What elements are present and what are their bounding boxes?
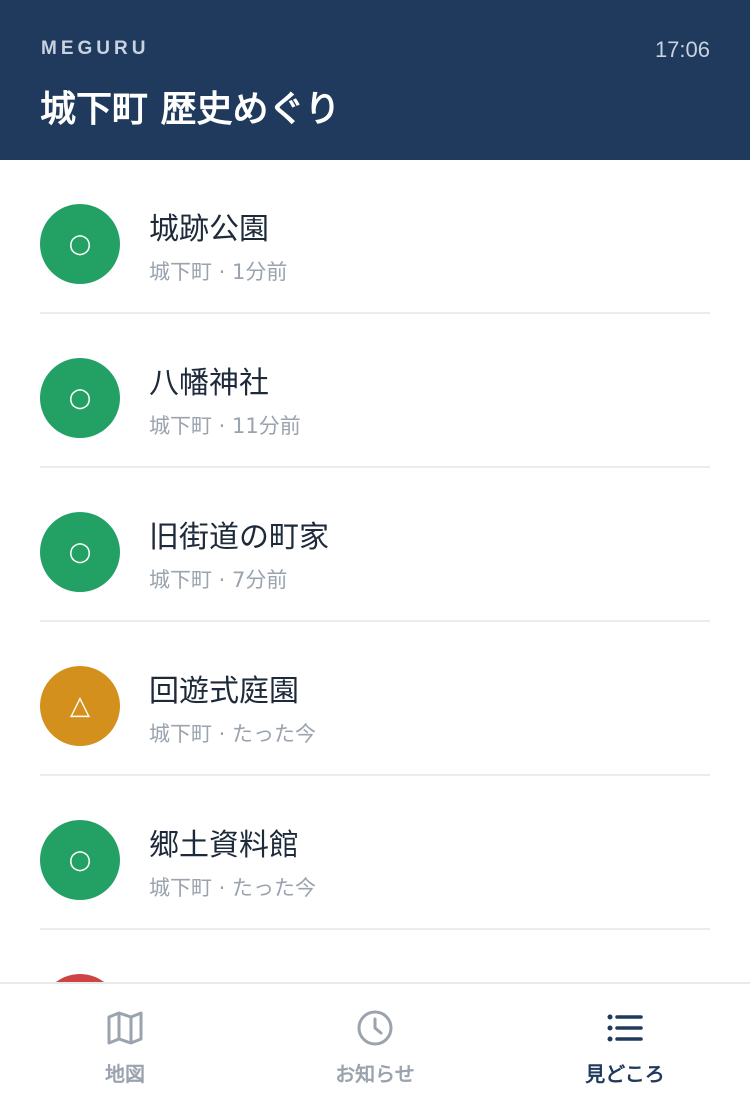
status-badge: ○ [40,820,120,900]
spot-area: 城下町 [149,260,212,284]
spot-updated-time: 7分前 [232,568,288,592]
page-title: 城下町 歴史めぐり [40,89,341,130]
status-badge: ○ [40,204,120,284]
tab-map[interactable]: 地図 [0,984,250,1107]
spot-area: 城下町 [149,722,212,746]
spot-meta: 城下町 · 11分前 [149,410,301,440]
spot-list-item[interactable]: △ 回遊式庭園城下町 · たった今 [40,622,710,776]
spot-name: 八幡神社 [149,366,269,401]
app-root: MEGURU 17:06 城下町 歴史めぐり ○ 城跡公園城下町 · 1分前 ○ 八幡… [0,0,750,1107]
spot-area: 城下町 [149,568,212,592]
spot-name: 郷土資料館 [149,828,299,863]
spot-updated-time: たった今 [232,722,317,746]
meta-separator: · [212,722,233,746]
spot-area: 城下町 [149,876,212,900]
spot-list-item[interactable] [40,930,710,982]
status-badge: ○ [40,512,120,592]
tab-notices[interactable]: お知らせ [250,984,500,1107]
status-badge: ○ [40,358,120,438]
spot-name: 城跡公園 [149,212,269,247]
spot-list: ○ 城跡公園 城下町 · 1分前 ○ 八幡神社 城下町 · 11分前 ○ 旧街道の町家 城下町 … [0,160,750,982]
map-icon [107,1011,143,1045]
app-header: MEGURU 17:06 城下町 歴史めぐり [0,0,750,160]
spot-name: 旧街道の町家 [149,520,329,555]
tab-highlights-label: 見どころ [585,1062,665,1086]
meta-separator: · [212,260,233,284]
list-icon [607,1014,643,1042]
tab-map-label: 地図 [105,1062,145,1086]
brand-label: MEGURU [41,38,150,59]
spot-updated-time: 1分前 [232,260,288,284]
clock-time: 17:06 [654,37,710,62]
spot-updated-time: 11分前 [232,414,301,438]
tab-notices-label: お知らせ [335,1062,415,1086]
spot-list-item[interactable]: ○ 八幡神社城下町 · 11分前 [40,314,710,468]
bottom-tab-bar: 地図 お知らせ 見どころ [0,982,750,1107]
spot-meta: 城下町 · 1分前 [149,256,287,286]
status-badge: △ [40,666,120,746]
status-badge [40,974,120,982]
spot-meta: 城下町 · たった今 [149,872,316,902]
spot-meta: 城下町 · たった今 [149,718,316,748]
spot-meta: 城下町 · 7分前 [149,564,287,594]
spot-name: 回遊式庭園 [149,674,299,709]
clock-icon [357,1010,393,1046]
spot-list-item[interactable]: ○ 郷土資料館城下町 · たった今 [40,776,710,930]
meta-separator: · [212,876,233,900]
meta-separator: · [212,568,233,592]
tab-highlights[interactable]: 見どころ [500,984,750,1107]
spot-area: 城下町 [149,414,212,438]
spot-list-item[interactable]: ○ 旧街道の町家城下町 · 7分前 [40,468,710,622]
spot-updated-time: たった今 [232,876,317,900]
meta-separator: · [212,414,233,438]
spot-list-item[interactable]: ○ 城跡公園城下町 · 1分前 [40,160,710,314]
